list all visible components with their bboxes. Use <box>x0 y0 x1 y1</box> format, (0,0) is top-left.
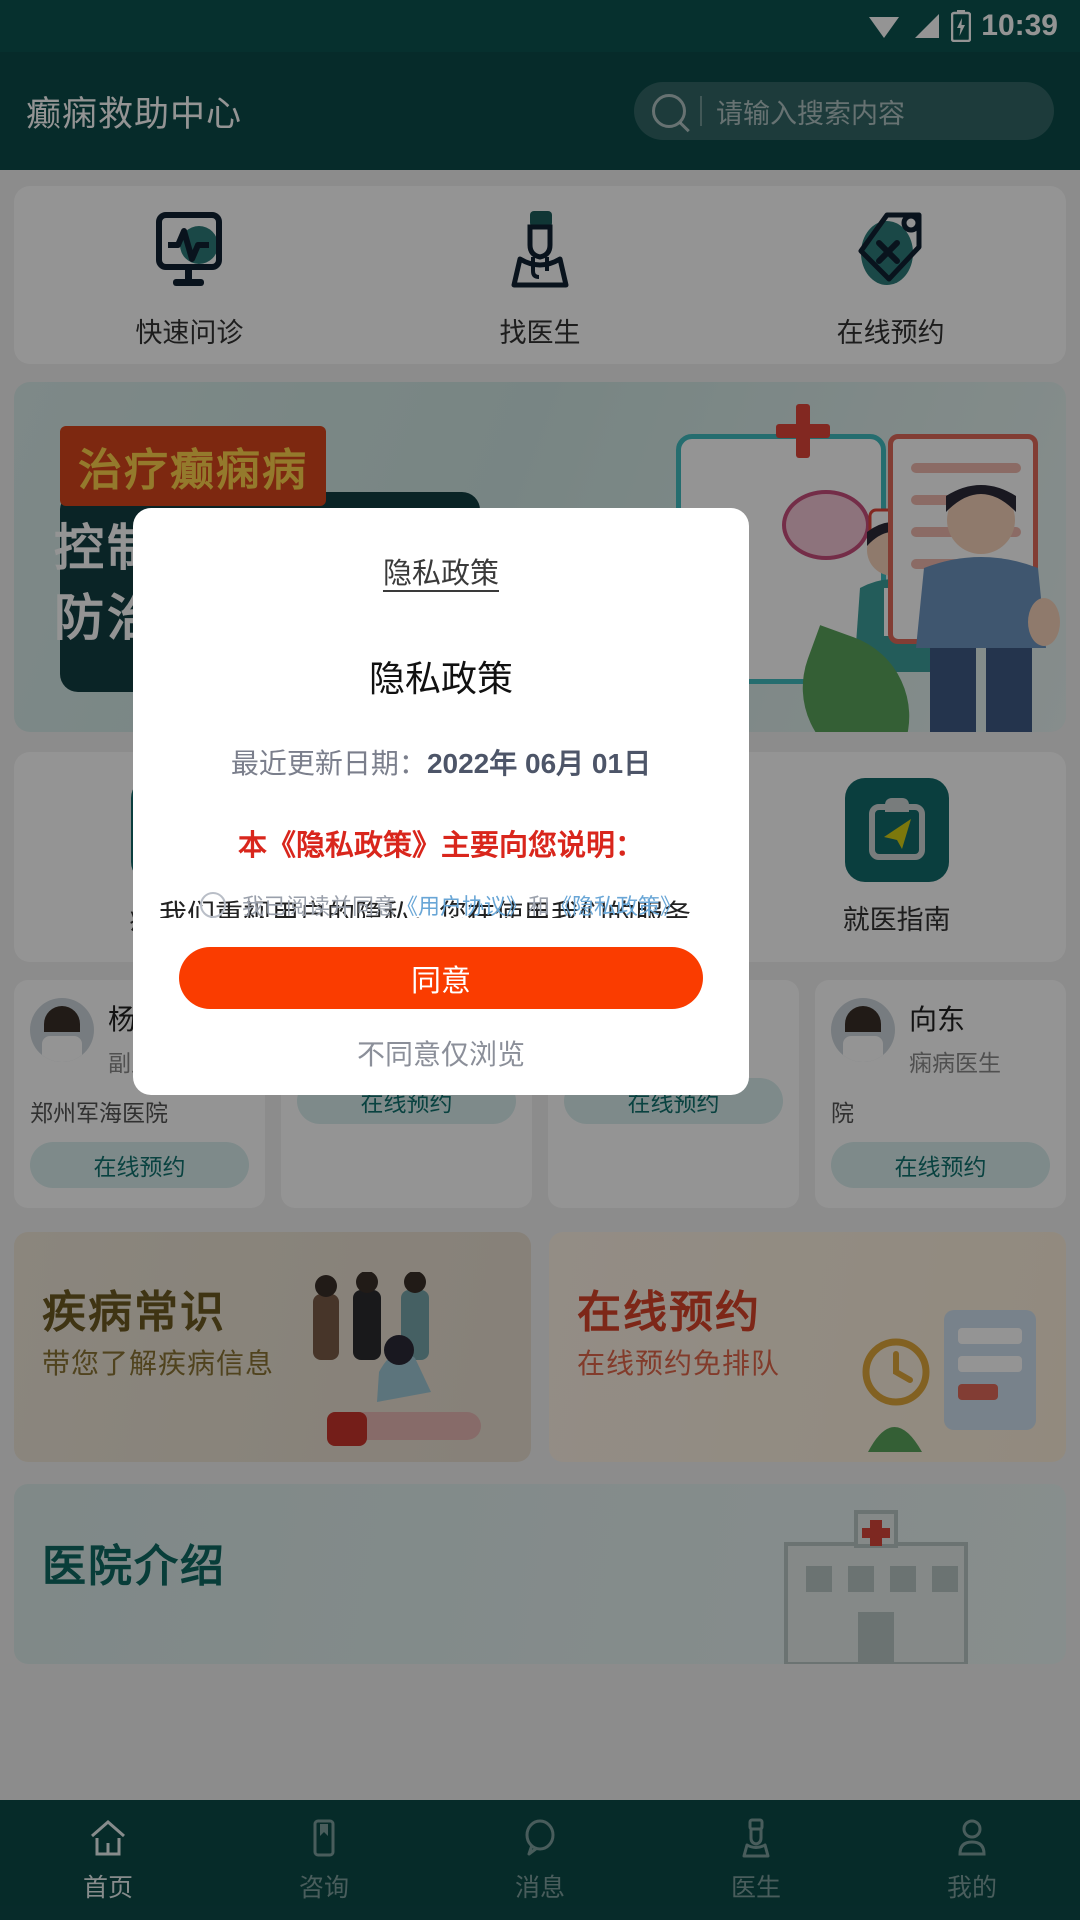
privacy-policy-inline-link[interactable]: 《隐私政策》 <box>550 894 682 919</box>
dialog-footer: 我已阅读并同意《用户协议》和《隐私政策》 同意 不同意仅浏览 <box>133 889 749 1095</box>
last-updated-label: 最近更新日期： <box>230 748 427 779</box>
consent-text: 我已阅读并同意《用户协议》和《隐私政策》 <box>242 889 682 921</box>
radio-unchecked-icon[interactable] <box>199 892 226 918</box>
last-updated-value: 2022年 06月 01日 <box>426 748 652 779</box>
consent-join: 和 <box>528 894 551 919</box>
consent-row[interactable]: 我已阅读并同意《用户协议》和《隐私政策》 <box>179 889 703 921</box>
consent-prefix: 我已阅读并同意 <box>241 894 396 919</box>
user-agreement-link[interactable]: 《用户协议》 <box>396 894 528 919</box>
last-updated-date: 最近更新日期：2022年 06月 01日 <box>133 742 749 782</box>
privacy-policy-dialog: 隐私政策 隐私政策 最近更新日期：2022年 06月 01日 本《隐私政策》主要… <box>133 508 749 1095</box>
privacy-policy-link[interactable]: 隐私政策 <box>133 550 749 592</box>
agree-button[interactable]: 同意 <box>179 947 703 1009</box>
deny-browse-only-button[interactable]: 不同意仅浏览 <box>179 1033 703 1073</box>
policy-notice: 本《隐私政策》主要向您说明： <box>237 830 644 862</box>
dialog-title: 隐私政策 <box>368 658 513 699</box>
